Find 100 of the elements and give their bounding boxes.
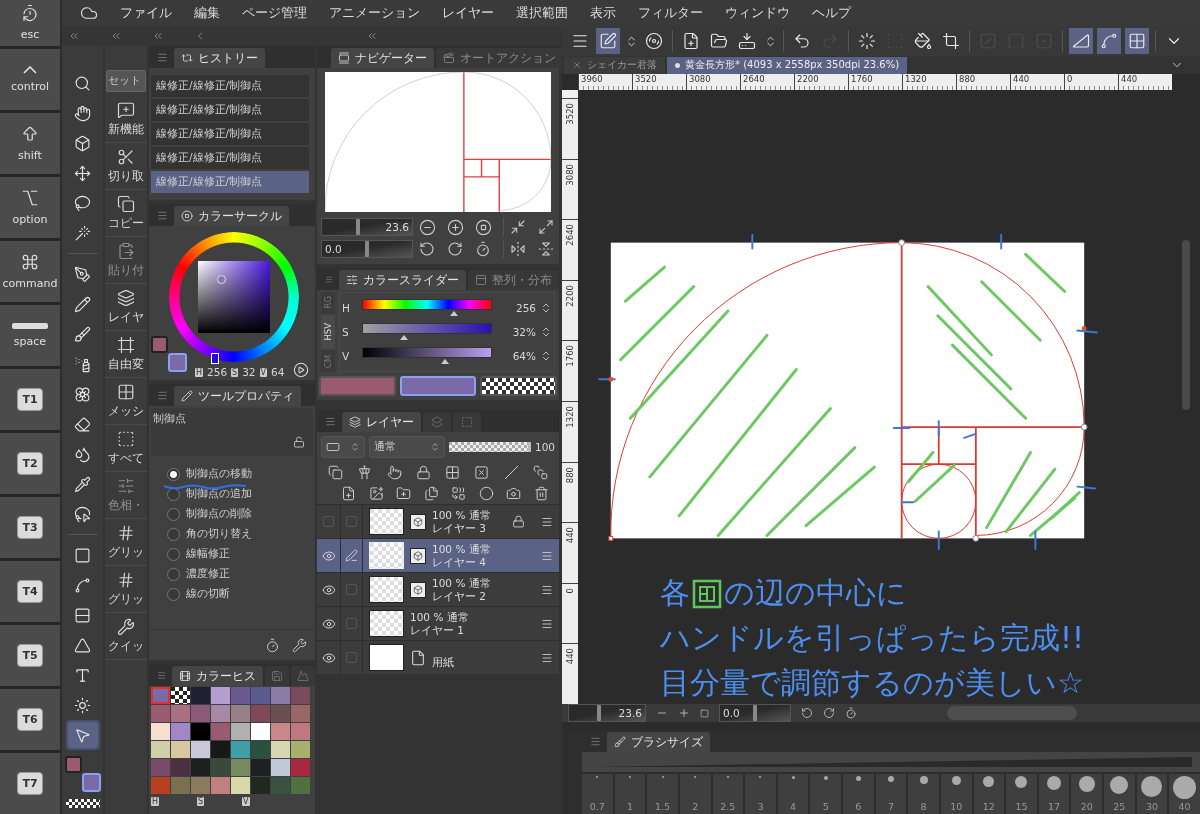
blend-mode-dropdown[interactable]: 通常 [369, 436, 445, 458]
menu-item[interactable]: フィルター [638, 4, 703, 22]
history-item[interactable]: 線修正/線修正/制御点 [151, 75, 309, 97]
shortcut-key[interactable]: T7 [17, 771, 43, 795]
shortcut-key[interactable]: T2 [17, 451, 43, 475]
ruler-label: 3960 [578, 74, 632, 90]
ruler-label: 0 [565, 587, 575, 594]
brush-size-option[interactable]: 12 [973, 774, 1005, 814]
panel-tab[interactable]: ヒストリー [174, 48, 265, 68]
layer-name: 用紙 [432, 655, 455, 669]
panel-tab[interactable]: カラースライダー [339, 270, 466, 290]
subtool-button[interactable]: 新機能 [105, 96, 147, 143]
shortcut-key[interactable]: T6 [17, 707, 43, 731]
brush-size-option[interactable]: 25 [1104, 774, 1135, 814]
zoom-slider[interactable]: 23.6 [321, 218, 413, 236]
radio-option[interactable]: 線幅修正 [167, 546, 315, 562]
radio-option[interactable]: 制御点の削除 [167, 506, 315, 522]
brush-size-option[interactable]: 20 [1071, 774, 1102, 814]
brush-size-option[interactable]: 2 [679, 774, 711, 814]
panel-tab[interactable]: ナビゲーター [331, 48, 434, 68]
menu-item[interactable]: ファイル [120, 4, 172, 22]
panel-tab[interactable]: ツールプロパティ [174, 386, 301, 406]
modifier-key[interactable]: shift [0, 112, 60, 174]
layer-name: レイヤー 1 [410, 623, 466, 637]
subtool-button[interactable]: メッシ [105, 378, 147, 425]
radio-option[interactable]: 角の切り替え [167, 526, 315, 542]
subtool-button[interactable]: グリッ [105, 519, 147, 566]
shortcut-key[interactable]: T1 [17, 387, 43, 411]
subtool-button[interactable]: 切り取 [105, 143, 147, 190]
subtool-button[interactable]: クイッ [105, 613, 147, 660]
menu-item[interactable]: 編集 [194, 4, 220, 22]
history-item[interactable]: 線修正/線修正/制御点 [151, 171, 309, 193]
opacity-value: 100 [534, 441, 555, 453]
brush-size-option[interactable]: 7 [875, 774, 907, 814]
brush-size-option[interactable]: 4 [777, 774, 809, 814]
modifier-key[interactable]: command [0, 240, 60, 302]
ruler-label: 3520 [565, 103, 575, 125]
menu-item[interactable]: ヘルプ [812, 4, 851, 22]
brush-size-option[interactable]: 40 [1169, 774, 1200, 814]
layer-row[interactable]: 100 % 通常 レイヤー 3 [317, 504, 559, 538]
rotation-slider[interactable]: 0.0 [719, 704, 791, 722]
history-item[interactable]: 線修正/線修正/制御点 [151, 123, 309, 145]
shortcut-key[interactable]: T4 [17, 579, 43, 603]
subtool-button[interactable]: コピー [105, 190, 147, 237]
document-tab[interactable]: シェイカー君落 [564, 56, 665, 74]
ruler-label: 440 [1010, 74, 1064, 90]
brush-size-option[interactable]: 1 [614, 774, 646, 814]
layer-name: レイヤー 3 [432, 521, 488, 535]
layer-row[interactable]: 用紙 [317, 640, 559, 674]
layer-row[interactable]: 100 % 通常 レイヤー 2 [317, 572, 559, 606]
rotation-slider[interactable]: 0.0 [321, 240, 413, 258]
layer-row[interactable]: 100 % 通常 レイヤー 4 [317, 538, 559, 572]
panel-tab[interactable]: カラーサークル [174, 206, 289, 226]
subtool-button[interactable]: 自由変 [105, 331, 147, 378]
radio-option[interactable]: 線の切断 [167, 586, 315, 602]
menu-item[interactable]: 選択範囲 [516, 4, 568, 22]
set-dropdown[interactable]: セット [106, 70, 146, 92]
menu-item[interactable]: アニメーション [329, 4, 420, 22]
menu-item[interactable]: ウィンドウ [725, 4, 790, 22]
slider-value: 32% [511, 326, 536, 338]
shortcut-key[interactable]: T5 [17, 643, 43, 667]
brush-size-option[interactable]: 17 [1038, 774, 1070, 814]
brush-size-option[interactable]: 0.7 [582, 774, 613, 814]
panel-tab[interactable]: オートアクション [436, 48, 563, 68]
layer-row[interactable]: 100 % 通常 レイヤー 1 [317, 606, 559, 640]
panel-tab[interactable]: 整列・分布 [468, 270, 559, 290]
radio-option[interactable]: 制御点の移動 [167, 466, 315, 482]
brush-size-option[interactable]: 5 [810, 774, 841, 814]
slider-value: 256 [514, 302, 536, 314]
history-item[interactable]: 線修正/線修正/制御点 [151, 147, 309, 169]
brush-size-option[interactable]: 10 [940, 774, 972, 814]
panel-tab[interactable]: ブラシサイズ [607, 732, 710, 752]
modifier-key[interactable]: control [0, 48, 60, 110]
ruler-label: 2200 [794, 74, 848, 90]
menu-item[interactable]: 表示 [590, 4, 616, 22]
subtool-button[interactable]: すべて [105, 425, 147, 472]
modifier-key[interactable]: space [0, 304, 60, 366]
layer-mode: 100 % 通常 [432, 542, 492, 556]
brush-size-option[interactable]: 1.5 [647, 774, 678, 814]
history-item[interactable]: 線修正/線修正/制御点 [151, 99, 309, 121]
brush-size-option[interactable]: 3 [745, 774, 776, 814]
brush-size-option[interactable]: 30 [1136, 774, 1168, 814]
menu-item[interactable]: レイヤー [442, 4, 494, 22]
ruler-label: 880 [565, 466, 575, 483]
brush-size-option[interactable]: 6 [843, 774, 874, 814]
brush-size-option[interactable]: 2.5 [712, 774, 744, 814]
color-mode-tab[interactable]: HSV [321, 315, 335, 349]
modifier-key[interactable]: esc [0, 0, 60, 46]
panel-tab[interactable]: レイヤー [342, 412, 421, 432]
document-tab[interactable]: 黄金長方形* (4093 x 2558px 350dpi 23.6%) [667, 56, 908, 74]
zoom-slider[interactable]: 23.6 [568, 704, 646, 722]
radio-option[interactable]: 濃度修正 [167, 566, 315, 582]
menu-item[interactable]: ページ管理 [242, 4, 307, 22]
brush-size-option[interactable]: 8 [908, 774, 939, 814]
subtool-button[interactable]: レイヤ [105, 284, 147, 331]
shortcut-key[interactable]: T3 [17, 515, 43, 539]
modifier-key[interactable]: option [0, 176, 60, 238]
subtool-button[interactable]: グリッ [105, 566, 147, 613]
brush-size-option[interactable]: 15 [1006, 774, 1037, 814]
panel-tab[interactable]: カラーヒス [172, 666, 264, 686]
